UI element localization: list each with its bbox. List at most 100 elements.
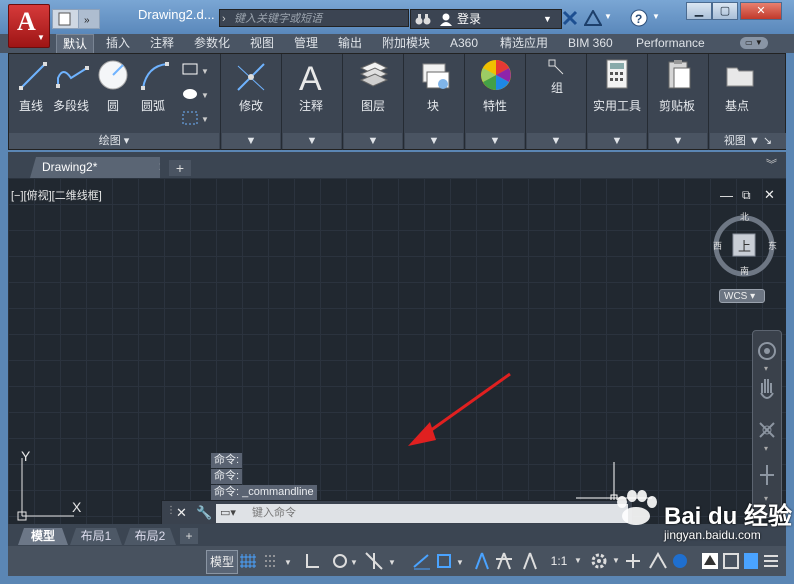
modify-label[interactable]: 修改: [239, 97, 263, 114]
viewport-close-icon[interactable]: ✕: [764, 187, 775, 203]
status-tray-icons[interactable]: [700, 551, 780, 571]
nav-tools-icon[interactable]: ▾ ▾ ▾: [756, 339, 778, 511]
panel-divider: [647, 54, 648, 150]
model-space-button[interactable]: 模型: [206, 550, 238, 574]
utilities-label[interactable]: 实用工具: [593, 97, 641, 114]
tab-addins[interactable]: 附加模块: [376, 34, 436, 53]
block-label[interactable]: 块: [427, 97, 439, 114]
grip-icon[interactable]: ⋮: [166, 505, 176, 516]
osnap-icons[interactable]: ▼: [412, 551, 470, 571]
chevron-down-icon[interactable]: ▼: [588, 133, 646, 149]
tab-output[interactable]: 输出: [332, 34, 368, 53]
chevron-down-icon[interactable]: ▼: [604, 12, 612, 21]
tab-performance[interactable]: Performance: [630, 34, 711, 53]
tab-a360[interactable]: A360: [444, 34, 484, 53]
clipboard-icon[interactable]: [665, 58, 695, 92]
chevron-down-icon[interactable]: ▼: [222, 133, 280, 149]
color-wheel-icon[interactable]: [479, 58, 513, 92]
draw-small-tools-icon[interactable]: ▼ ▼ ▼: [181, 62, 211, 134]
block-icon[interactable]: [417, 58, 453, 94]
tab-home[interactable]: 默认: [56, 34, 95, 54]
annotation-label[interactable]: 注释: [299, 97, 323, 114]
tab-layout1[interactable]: 布局1: [70, 528, 122, 545]
tab-bim360[interactable]: BIM 360: [562, 34, 619, 53]
viewport-minimize-icon[interactable]: —: [720, 188, 733, 203]
chevron-down-icon[interactable]: ▼: [527, 133, 585, 149]
new-file-icon[interactable]: [52, 9, 80, 29]
clipboard-label[interactable]: 剪贴板: [659, 97, 695, 114]
command-input[interactable]: ▭▾ 键入命令: [216, 504, 628, 523]
close-icon[interactable]: ✕: [158, 157, 160, 178]
workspace-tools-icons[interactable]: [624, 552, 688, 570]
arc-icon[interactable]: [139, 60, 171, 92]
drafting-aids-icons[interactable]: ▼ ▼: [304, 551, 408, 571]
chevron-down-icon[interactable]: ▼: [543, 10, 552, 28]
tab-model[interactable]: 模型: [18, 528, 68, 545]
layers-icon[interactable]: [357, 58, 391, 92]
properties-label[interactable]: 特性: [483, 97, 507, 114]
chevron-down-icon[interactable]: ▼: [612, 556, 620, 565]
line-label[interactable]: 直线: [19, 97, 43, 114]
chevron-down-icon[interactable]: ▼: [652, 12, 660, 21]
polyline-icon[interactable]: [55, 60, 91, 92]
file-tab-bar: Drawing2* ✕ + ︾: [8, 152, 786, 178]
annotation-scale-icons[interactable]: [474, 551, 550, 571]
help-icon[interactable]: ?: [630, 9, 648, 27]
tab-featured-apps[interactable]: 精选应用: [494, 34, 554, 53]
view-panel-title[interactable]: 视图 ▼ ↘: [710, 133, 786, 149]
tab-insert[interactable]: 插入: [100, 34, 136, 53]
add-layout-button[interactable]: +: [180, 528, 198, 544]
tab-annotate[interactable]: 注释: [144, 34, 180, 53]
annotation-scale-button[interactable]: 1:1: [546, 550, 572, 572]
chevron-down-icon[interactable]: ▼: [283, 133, 341, 149]
wcs-menu-button[interactable]: WCS ▾: [719, 289, 765, 303]
polyline-label[interactable]: 多段线: [53, 97, 89, 114]
file-tab-drawing2[interactable]: Drawing2* ✕: [30, 157, 160, 178]
line-icon[interactable]: [17, 60, 49, 92]
chevron-down-double-icon[interactable]: ︾: [766, 156, 777, 172]
tab-view[interactable]: 视图: [244, 34, 280, 53]
text-icon[interactable]: A: [297, 58, 327, 94]
group-icon[interactable]: [547, 58, 567, 78]
gear-icon[interactable]: [590, 552, 612, 570]
binoculars-icon[interactable]: [415, 12, 431, 26]
chevron-down-icon[interactable]: ▼: [466, 133, 524, 149]
base-point-label[interactable]: 基点: [725, 97, 749, 114]
folder-base-icon[interactable]: [725, 62, 757, 90]
login-button[interactable]: 登录: [457, 10, 481, 28]
a360-icon[interactable]: [584, 10, 602, 26]
tab-layout2[interactable]: 布局2: [124, 528, 176, 545]
new-tab-button[interactable]: +: [169, 160, 191, 176]
chevron-down-icon[interactable]: ▼: [344, 133, 402, 149]
user-icon[interactable]: [439, 12, 453, 26]
maximize-button[interactable]: ▢: [712, 2, 738, 20]
drawing-canvas[interactable]: [−][俯视][二维线框] — ⧉ ✕ 北 南 东 西 上 WCS ▾ Y X: [8, 178, 786, 524]
tab-parametric[interactable]: 参数化: [188, 34, 236, 53]
chevron-down-icon[interactable]: ▼: [405, 133, 463, 149]
viewport-controls-label[interactable]: [−][俯视][二维线框]: [11, 187, 102, 203]
qat-more-icon[interactable]: »: [78, 9, 100, 29]
application-menu-button[interactable]: A ▼: [8, 4, 50, 48]
viewcube-top-face[interactable]: 上: [738, 236, 751, 255]
viewport-restore-icon[interactable]: ⧉: [742, 188, 751, 203]
groups-label[interactable]: 组: [551, 79, 563, 96]
circle-label[interactable]: 圆: [107, 97, 119, 114]
search-input[interactable]: › 键入关键字或短语: [219, 9, 409, 27]
minimize-button[interactable]: ▁: [686, 2, 712, 20]
tab-manage[interactable]: 管理: [288, 34, 324, 53]
wrench-icon[interactable]: 🔧: [196, 505, 212, 521]
chevron-down-icon[interactable]: ▼: [574, 556, 582, 565]
draw-panel-title[interactable]: 绘图 ▾: [9, 133, 219, 149]
exchange-icon[interactable]: [562, 10, 578, 26]
ribbon-minimize-button[interactable]: ▭ ▼: [740, 37, 768, 49]
chevron-down-icon[interactable]: ▼: [649, 133, 707, 149]
layers-label[interactable]: 图层: [361, 97, 385, 114]
arc-label[interactable]: 圆弧: [141, 97, 165, 114]
grid-snap-icons[interactable]: ▼: [240, 552, 296, 570]
close-button[interactable]: ✕: [740, 2, 782, 20]
calculator-icon[interactable]: [605, 58, 631, 92]
command-prompt-icon[interactable]: ▭▾: [220, 504, 236, 523]
circle-icon[interactable]: [97, 59, 129, 91]
close-icon[interactable]: ✕: [176, 505, 187, 521]
modify-icon[interactable]: [234, 60, 270, 96]
